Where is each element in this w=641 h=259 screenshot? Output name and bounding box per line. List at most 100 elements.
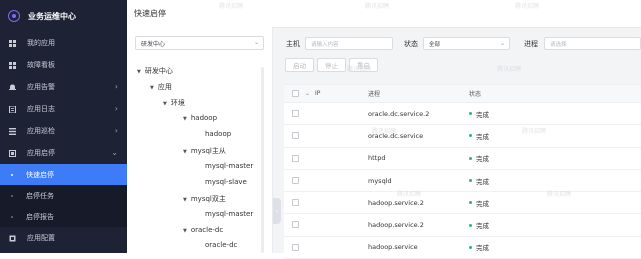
- chevron-down-icon: ⌄: [111, 148, 118, 157]
- caret-down-icon[interactable]: ▼: [183, 116, 187, 122]
- sidebar-item-app-config[interactable]: 应用配置: [0, 227, 127, 249]
- sidebar-item-label: 故障看板: [27, 61, 55, 69]
- process-select[interactable]: 请选择: [544, 37, 641, 50]
- row-status: 完成: [469, 237, 489, 258]
- chevron-down-icon: ⌄: [499, 40, 505, 47]
- status-success-dot: [469, 112, 472, 116]
- sidebar-item-label: 应用启停: [27, 149, 55, 157]
- brand: 业务运维中心: [0, 0, 127, 32]
- status-select[interactable]: 全部 ⌄: [423, 37, 510, 50]
- sidebar-item-label: 应用配置: [27, 234, 55, 242]
- row-checkbox[interactable]: [292, 132, 299, 140]
- tree-node[interactable]: hadoop: [205, 130, 231, 138]
- sidebar-item-my-apps[interactable]: 我的应用: [0, 32, 127, 54]
- row-checkbox[interactable]: [292, 199, 299, 207]
- stop-button[interactable]: 停止: [317, 58, 346, 72]
- main-area: 快速启停 研发中心 ⌄ ▼ 研发中心 ▼ 应用 ▼ 环境 ▼ hadoop hadoop…: [127, 0, 641, 259]
- sidebar-subitem-quick-start-stop[interactable]: 快速启停: [0, 164, 127, 185]
- tree-node-label: mysql-master: [205, 210, 254, 218]
- restart-button-label: 重启: [357, 62, 370, 70]
- caret-down-icon[interactable]: ▼: [150, 85, 154, 91]
- sidebar-item-app-start-stop[interactable]: 应用启停 ⌄: [0, 142, 127, 164]
- bullet-icon: [11, 194, 13, 197]
- caret-down-icon[interactable]: ▼: [163, 101, 167, 107]
- brand-logo-icon: [8, 10, 20, 22]
- org-select[interactable]: 研发中心 ⌄: [135, 36, 264, 50]
- sort-icon[interactable]: ⌄: [305, 85, 310, 102]
- status-success-dot: [469, 134, 472, 138]
- tree-node[interactable]: mysql-master: [205, 210, 253, 218]
- row-checkbox[interactable]: [292, 243, 299, 251]
- row-process: hadoop.service: [368, 243, 418, 252]
- caret-down-icon[interactable]: ▼: [183, 197, 187, 203]
- row-checkbox[interactable]: [292, 221, 299, 229]
- tree-panel: 研发中心 ⌄ ▼ 研发中心 ▼ 应用 ▼ 环境 ▼ hadoop hadoop ▼ mys…: [127, 27, 273, 253]
- host-input[interactable]: 请输入内容: [305, 37, 393, 50]
- column-header-process: 进程: [368, 91, 381, 98]
- row-checkbox[interactable]: [292, 154, 299, 162]
- sidebar-subitem-start-stop-report[interactable]: 启停报告: [0, 206, 127, 227]
- caret-down-icon[interactable]: ▼: [183, 228, 187, 234]
- select-all-checkbox[interactable]: [292, 90, 299, 97]
- tree-node[interactable]: ▼ mysql主从: [183, 146, 226, 156]
- sidebar-subitem-start-stop-tasks[interactable]: 启停任务: [0, 185, 127, 206]
- tree-node-label: mysql-master: [205, 162, 254, 170]
- tree-node-label: mysql双主: [190, 195, 226, 203]
- caret-down-icon[interactable]: ▼: [183, 149, 187, 155]
- status-success-dot: [469, 179, 472, 183]
- tree-node-label: mysql-slave: [205, 178, 247, 186]
- table-header: ⌄ IP 进程 状态: [284, 85, 641, 103]
- tree-node[interactable]: ▼ mysql双主: [183, 194, 226, 204]
- column-header-status: 状态: [469, 91, 482, 98]
- sidebar-item-fault-board[interactable]: 故障看板: [0, 54, 127, 76]
- table-row[interactable]: hadoop.service 完成: [284, 237, 641, 259]
- sidebar-item-label: 应用日志: [27, 105, 55, 113]
- panel-collapse-handle[interactable]: ‹: [273, 198, 281, 224]
- row-checkbox[interactable]: [292, 176, 299, 184]
- restart-button[interactable]: 重启: [349, 58, 378, 72]
- chevron-down-icon: ⌄: [253, 39, 259, 46]
- sidebar-item-app-inspection[interactable]: 应用巡检 ›: [0, 120, 127, 142]
- row-status: 完成: [469, 170, 489, 191]
- tree-node[interactable]: ▼ 研发中心: [137, 66, 173, 76]
- sidebar: 业务运维中心 我的应用 故障看板 应用告警 › 应用日志 › 应用巡检 › 应用…: [0, 0, 127, 253]
- sidebar-item-app-logs[interactable]: 应用日志 ›: [0, 98, 127, 120]
- table-row[interactable]: hadoop.service.2 完成: [284, 214, 641, 237]
- tree-scrollbar[interactable]: [261, 67, 264, 253]
- sidebar-item-label: 应用巡检: [27, 127, 55, 135]
- row-process: oracle.dc.service: [368, 131, 424, 140]
- table-row[interactable]: mysqld 完成: [284, 170, 641, 193]
- chevron-left-icon: ‹: [275, 207, 279, 215]
- sidebar-item-app-alerts[interactable]: 应用告警 ›: [0, 76, 127, 98]
- row-status-text: 完成: [476, 222, 489, 231]
- caret-down-icon[interactable]: ▼: [137, 69, 141, 75]
- tree-node[interactable]: mysql-master: [205, 162, 253, 170]
- bullet-icon: [11, 173, 13, 176]
- content-area: 主机 请输入内容 状态 全部 ⌄ 进程 请选择 启动 停止 重启 ⌄ IP 进程: [283, 27, 641, 259]
- start-button[interactable]: 启动: [285, 58, 314, 72]
- row-status: 完成: [469, 192, 489, 213]
- host-input-placeholder: 请输入内容: [311, 41, 339, 48]
- chevron-right-icon: ›: [114, 104, 118, 113]
- power-icon: [9, 149, 16, 157]
- table-row[interactable]: oracle.dc.service 完成: [284, 125, 641, 148]
- chevron-right-icon: ›: [114, 126, 118, 135]
- table-row[interactable]: hadoop.service.2 完成: [284, 192, 641, 215]
- row-status: 完成: [469, 125, 489, 146]
- row-status-text: 完成: [476, 155, 489, 164]
- bell-icon: [9, 84, 16, 91]
- process-select-placeholder: 请选择: [550, 41, 567, 48]
- tree-node[interactable]: ▼ 环境: [163, 98, 185, 108]
- tree-node[interactable]: mysql-slave: [205, 178, 247, 186]
- table-row[interactable]: httpd 完成: [284, 148, 641, 170]
- row-checkbox[interactable]: [292, 110, 299, 117]
- row-status-text: 完成: [476, 177, 489, 186]
- table-row[interactable]: oracle.dc.service.2 完成: [284, 103, 641, 126]
- sidebar-item-label: 我的应用: [27, 39, 55, 47]
- process-label: 进程: [524, 40, 538, 48]
- tree-node[interactable]: ▼ hadoop: [183, 114, 217, 122]
- tree-node-label: 环境: [170, 99, 185, 107]
- tree-node[interactable]: ▼ 应用: [150, 82, 172, 92]
- tree-node[interactable]: ▼ oracle-dc: [183, 226, 223, 234]
- tree-node[interactable]: oracle-dc: [205, 241, 237, 249]
